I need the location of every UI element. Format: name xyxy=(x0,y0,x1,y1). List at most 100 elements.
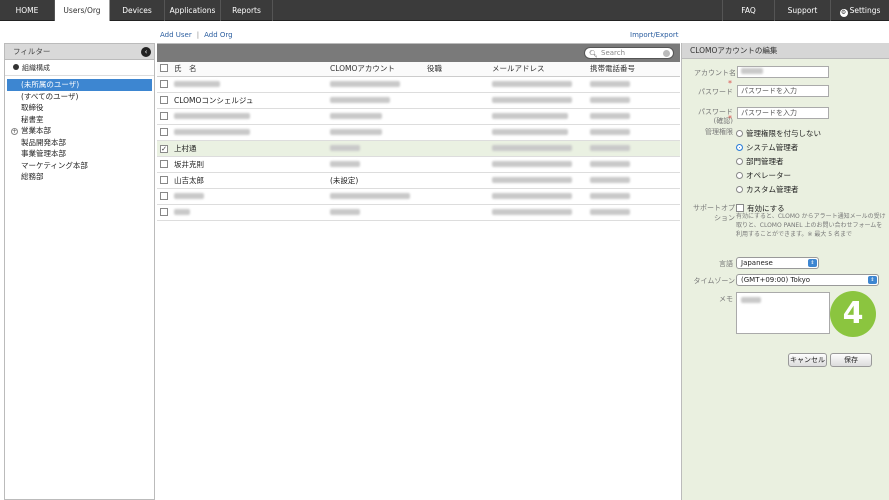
org-tree-icon xyxy=(13,64,19,70)
blurred-phone xyxy=(590,128,630,135)
tab-home[interactable]: HOME xyxy=(0,0,55,21)
org-item-secretariat[interactable]: 秘書室 xyxy=(5,114,154,126)
radio-icon xyxy=(736,158,743,165)
role-option-label: カスタム管理者 xyxy=(746,185,799,194)
user-name: 山吉太郎 xyxy=(174,172,330,189)
timezone-label: タイムゾーン xyxy=(693,277,735,285)
table-row[interactable] xyxy=(157,108,680,125)
org-item-product-dev[interactable]: 製品開発本部 xyxy=(5,137,154,149)
blurred-name xyxy=(174,128,250,135)
column-account[interactable]: CLOMOアカウント xyxy=(330,62,427,77)
search-input[interactable]: 🔍︎ Search xyxy=(584,47,674,59)
org-item-unassigned[interactable]: (未所属のユーザ) xyxy=(7,79,152,91)
org-item-directors[interactable]: 取締役 xyxy=(5,102,154,114)
table-row[interactable] xyxy=(157,188,680,205)
column-name[interactable]: 氏 名 xyxy=(174,62,330,77)
support-option-label: サポートオプ xyxy=(693,204,735,212)
org-structure-label: 組織構成 xyxy=(22,64,50,72)
column-email[interactable]: メールアドレス xyxy=(492,62,590,77)
tab-applications[interactable]: Applications xyxy=(165,0,221,21)
cancel-button[interactable]: キャンセル xyxy=(788,353,827,367)
table-row[interactable] xyxy=(157,204,680,221)
faq-link[interactable]: FAQ xyxy=(722,0,774,21)
org-item-general-affairs[interactable]: 総務部 xyxy=(5,171,154,183)
checkbox-icon xyxy=(736,204,744,212)
table-row[interactable] xyxy=(157,76,680,93)
password-field[interactable]: パスワードを入力 xyxy=(737,85,829,97)
radio-icon xyxy=(736,130,743,137)
role-option-custom-admin[interactable]: カスタム管理者 xyxy=(736,184,799,195)
tab-users-org[interactable]: Users/Org xyxy=(55,0,110,21)
org-item-marketing[interactable]: マーケティング本部 xyxy=(5,160,154,172)
role-option-operator[interactable]: オペレーター xyxy=(736,170,791,181)
language-select[interactable]: Japanese ⇕ xyxy=(736,257,819,269)
password-confirm-field[interactable]: パスワードを入力 xyxy=(737,107,829,119)
table-header-row: 氏 名 CLOMOアカウント 役職 メールアドレス 携帯電話番号 xyxy=(157,62,680,77)
org-item-sales[interactable]: + 営業本部 xyxy=(5,125,154,137)
language-label: 言語 xyxy=(719,260,733,268)
role-option-none[interactable]: 管理権限を付与しない xyxy=(736,128,821,139)
clear-search-icon[interactable] xyxy=(663,50,670,57)
role-option-dept-admin[interactable]: 部門管理者 xyxy=(736,156,784,167)
add-org-link[interactable]: Add Org xyxy=(204,31,233,39)
expand-icon[interactable]: + xyxy=(11,128,18,135)
save-button[interactable]: 保存 xyxy=(830,353,872,367)
blurred-email xyxy=(492,176,572,183)
column-title[interactable]: 役職 xyxy=(427,62,492,77)
password-confirm-sub-label: (確認) xyxy=(713,117,733,125)
blurred-email xyxy=(492,128,568,135)
org-structure-header: 組織構成 xyxy=(5,60,154,76)
column-mobile[interactable]: 携帯電話番号 xyxy=(590,62,680,77)
filter-title: フィルター xyxy=(13,47,51,56)
table-row[interactable]: 坂井克則 xyxy=(157,156,680,173)
blurred-email xyxy=(492,208,572,215)
blurred-phone xyxy=(590,112,630,119)
filter-panel: フィルター ‹ 組織構成 (未所属のユーザ) (すべてのユーザ) 取締役 秘書室… xyxy=(4,43,155,500)
search-icon: 🔍︎ xyxy=(589,50,598,58)
row-checkbox[interactable] xyxy=(160,111,168,120)
role-option-label: システム管理者 xyxy=(746,143,799,152)
org-item-all-users[interactable]: (すべてのユーザ) xyxy=(5,91,154,103)
collapse-panel-icon[interactable]: ‹ xyxy=(141,47,151,57)
table-row[interactable]: 山吉太郎 (未設定) xyxy=(157,172,680,189)
row-checkbox[interactable] xyxy=(160,79,168,88)
role-option-system-admin[interactable]: システム管理者 xyxy=(736,142,798,153)
row-checkbox[interactable] xyxy=(160,159,168,168)
memo-field[interactable] xyxy=(736,292,830,334)
blurred-email xyxy=(492,80,572,87)
language-value: Japanese xyxy=(741,259,773,267)
user-name: 上村通 xyxy=(174,140,330,157)
top-navigation: HOME Users/Org Devices Applications Repo… xyxy=(0,0,889,21)
row-checkbox[interactable] xyxy=(160,175,168,184)
table-row[interactable]: CLOMOコンシェルジュ xyxy=(157,92,680,109)
org-item-business-mgmt[interactable]: 事業管理本部 xyxy=(5,148,154,160)
step-number-badge: 4 xyxy=(830,291,876,337)
blurred-account xyxy=(330,96,390,103)
row-checkbox[interactable] xyxy=(160,95,168,104)
add-user-link[interactable]: Add User xyxy=(160,31,192,39)
filter-header: フィルター ‹ xyxy=(5,44,154,60)
row-checkbox[interactable] xyxy=(160,191,168,200)
import-export-link[interactable]: Import/Export xyxy=(630,31,679,39)
table-row[interactable] xyxy=(157,124,680,141)
row-checkbox[interactable] xyxy=(160,207,168,216)
password-label: パスワード xyxy=(698,88,733,96)
account-name-field[interactable] xyxy=(737,66,829,78)
blurred-account xyxy=(330,128,382,135)
timezone-select[interactable]: (GMT+09:00) Tokyo ⇕ xyxy=(736,274,879,286)
tab-devices[interactable]: Devices xyxy=(110,0,165,21)
tab-reports[interactable]: Reports xyxy=(221,0,273,21)
blurred-account xyxy=(330,112,382,119)
table-row-selected[interactable]: ✓ 上村通 xyxy=(157,140,680,157)
blurred-email xyxy=(492,112,568,119)
select-all-checkbox[interactable] xyxy=(160,64,168,73)
row-checkbox[interactable] xyxy=(160,127,168,136)
support-link[interactable]: Support xyxy=(774,0,830,21)
row-checkbox-checked[interactable]: ✓ xyxy=(160,145,168,153)
blurred-account xyxy=(330,160,360,167)
blurred-phone xyxy=(590,80,630,87)
blurred-phone xyxy=(590,160,630,167)
settings-link[interactable]: ⚙ Settings xyxy=(830,0,889,21)
blurred-phone xyxy=(590,144,630,151)
blurred-email xyxy=(492,192,572,199)
